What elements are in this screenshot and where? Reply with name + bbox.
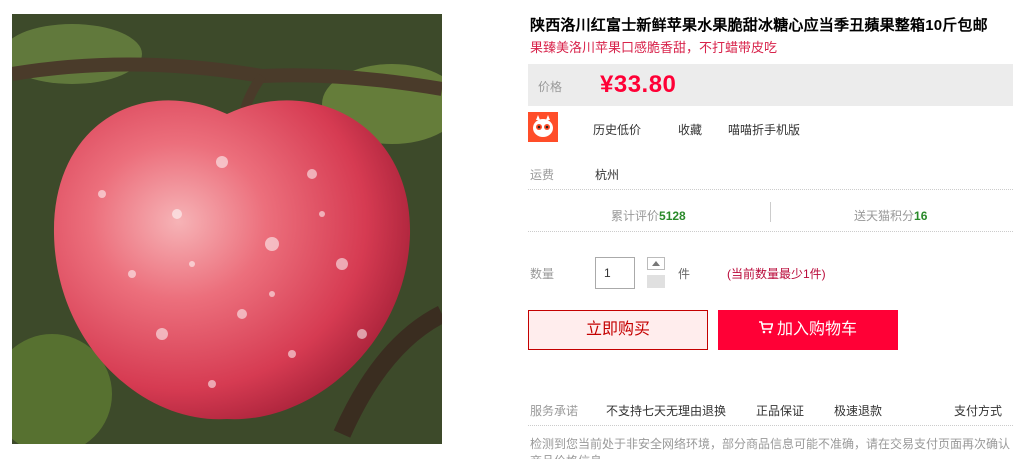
product-title: 陕西洛川红富士新鲜苹果水果脆甜冰糖心应当季丑蘋果整箱10斤包邮 [530, 17, 988, 34]
reviews-stat[interactable]: 累计评价5128 [611, 207, 686, 224]
security-warning: 检测到您当前处于非安全网络环境，部分商品信息可能不准确，请在交易支付页面再次确认… [530, 437, 1011, 459]
reviews-count: 5128 [659, 209, 686, 223]
price-label: 价格 [538, 80, 563, 94]
quantity-row: 数量 件 (当前数量最少1件) [528, 256, 1013, 290]
phone-version-link[interactable]: 喵喵折手机版 [728, 121, 800, 138]
product-image [12, 14, 442, 444]
shipping-label: 运费 [530, 168, 555, 182]
cart-icon [758, 310, 774, 350]
service-item[interactable]: 正品保证 [756, 402, 804, 419]
service-label: 服务承诺 [530, 404, 579, 418]
buy-now-button[interactable]: 立即购买 [528, 310, 708, 350]
points-label: 送天猫积分 [854, 209, 915, 223]
add-to-cart-label: 加入购物车 [776, 321, 857, 339]
product-subtitle: 果臻美洛川苹果口感脆香甜，不打蜡带皮吃 [530, 40, 778, 55]
tools-row: 历史低价 收藏 喵喵折手机版 [528, 112, 1013, 142]
points-stat: 送天猫积分16 [854, 207, 927, 224]
service-item[interactable]: 不支持七天无理由退换 [606, 402, 726, 419]
favorite-link[interactable]: 收藏 [678, 121, 702, 138]
price-value: ¥33.80 [600, 71, 677, 98]
reviews-label: 累计评价 [611, 209, 660, 223]
stats-row: 累计评价5128 送天猫积分16 [528, 200, 1013, 232]
quantity-unit: 件 [678, 267, 691, 281]
price-box: 价格 ¥33.80 [528, 64, 1013, 106]
add-to-cart-button[interactable]: 加入购物车 [718, 310, 898, 350]
quantity-note: (当前数量最少1件) [727, 267, 826, 281]
stats-divider [770, 202, 771, 222]
points-count: 16 [914, 209, 928, 223]
service-row: 服务承诺 不支持七天无理由退换 正品保证 极速退款 支付方式 [528, 390, 1013, 426]
payment-method-link[interactable]: 支付方式 [954, 402, 1002, 419]
quantity-input[interactable] [595, 257, 635, 289]
maomao-cat-icon[interactable] [528, 112, 558, 142]
quantity-label: 数量 [530, 267, 555, 281]
product-info-panel: 陕西洛川红富士新鲜苹果水果脆甜冰糖心应当季丑蘋果整箱10斤包邮 果臻美洛川苹果口… [528, 0, 1013, 459]
service-item[interactable]: 极速退款 [834, 402, 882, 419]
history-low-price-link[interactable]: 历史低价 [593, 121, 641, 138]
quantity-increase-button[interactable] [647, 257, 665, 270]
shipping-row: 运费 杭州 [528, 160, 1013, 190]
shipping-origin: 杭州 [595, 168, 620, 182]
quantity-decrease-button[interactable] [647, 275, 665, 288]
